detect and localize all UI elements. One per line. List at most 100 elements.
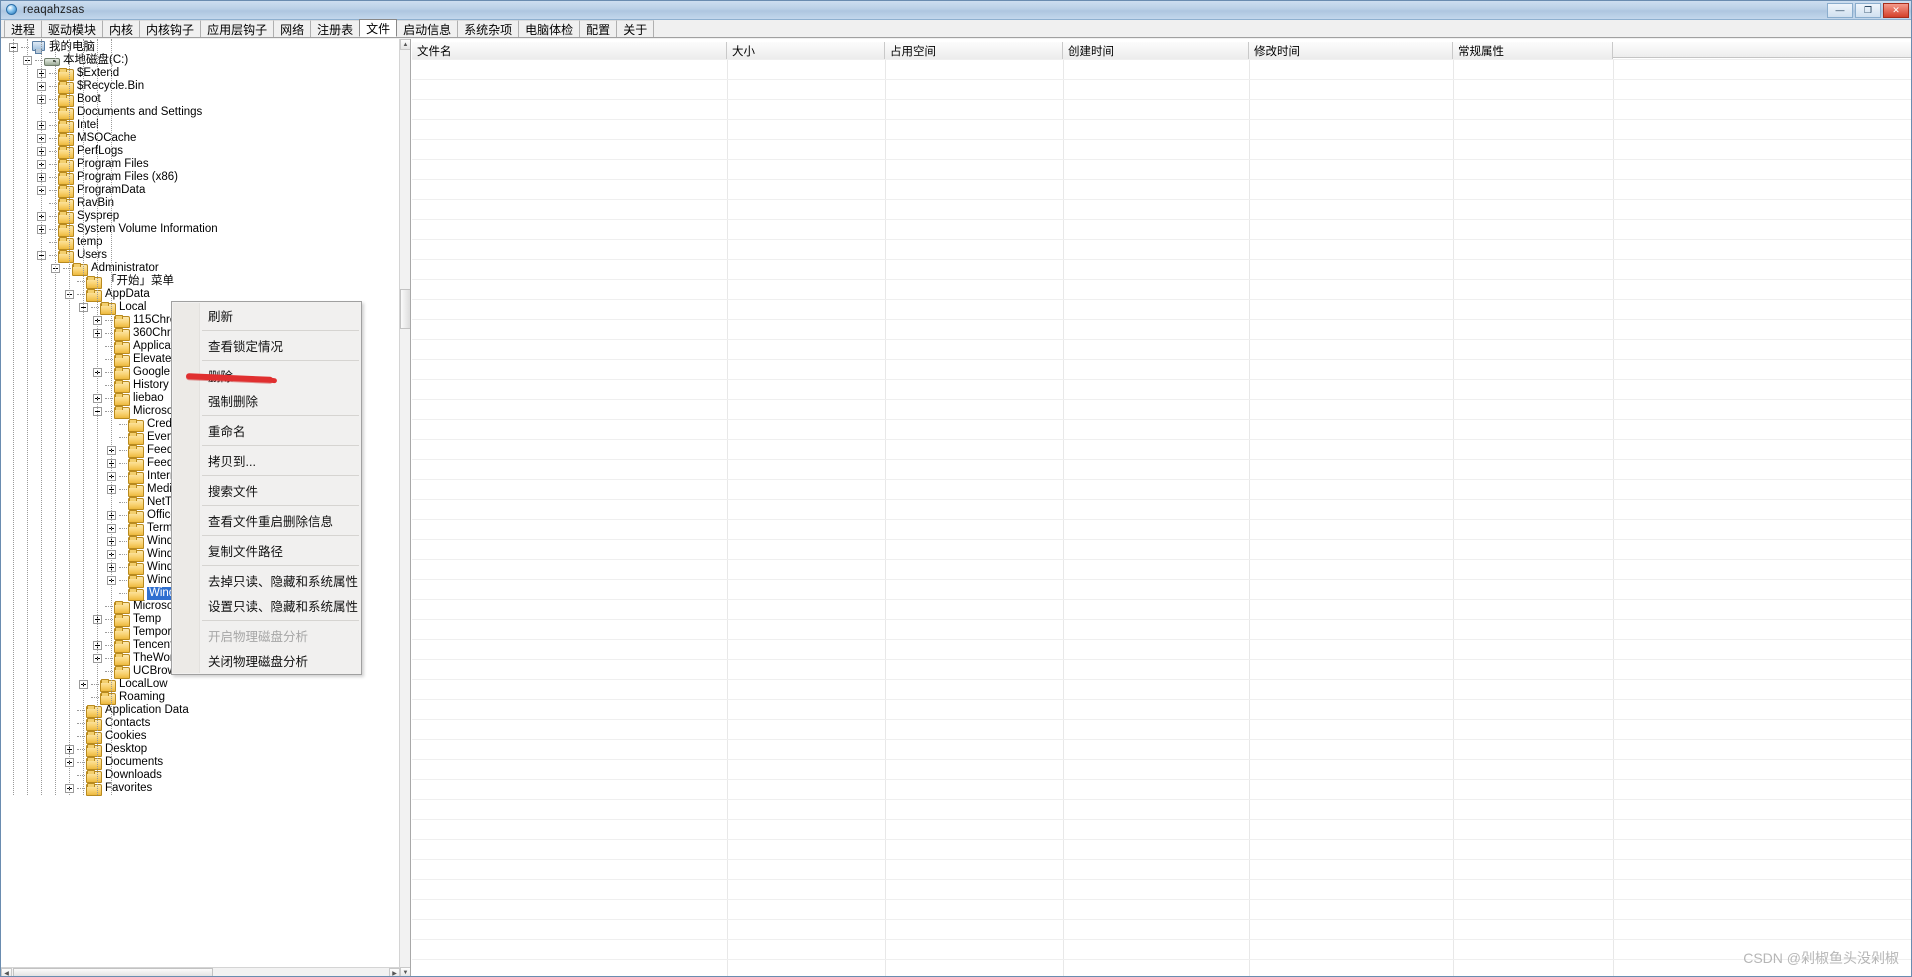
context-menu-item[interactable]: 拷贝到... xyxy=(172,448,361,473)
tree-item[interactable]: Boot xyxy=(1,93,410,107)
tree-item[interactable]: LocalLow xyxy=(1,678,410,692)
maximize-button[interactable]: ❐ xyxy=(1855,3,1881,18)
context-menu-item[interactable]: 复制文件路径 xyxy=(172,538,361,563)
context-menu-item[interactable]: 查看文件重启删除信息 xyxy=(172,508,361,533)
tree-horizontal-scrollbar[interactable]: ◀ ▶ xyxy=(1,967,400,976)
tree-item[interactable]: Program Files (x86) xyxy=(1,171,410,185)
tree-scroll-left-icon[interactable]: ◀ xyxy=(1,968,12,976)
tree-item[interactable]: Application Data xyxy=(1,704,410,718)
tab-3[interactable]: 内核钩子 xyxy=(139,20,202,37)
column-header-4[interactable]: 修改时间 xyxy=(1249,42,1453,59)
tree-scroll-up-icon[interactable]: ▲ xyxy=(400,39,410,50)
grid-row-divider xyxy=(412,839,1911,840)
tree-item[interactable]: Contacts xyxy=(1,717,410,731)
tree-item[interactable]: System Volume Information xyxy=(1,223,410,237)
column-header-2[interactable]: 占用空间 xyxy=(885,42,1063,59)
tree-item[interactable]: temp xyxy=(1,236,410,250)
tree-item[interactable]: Intel xyxy=(1,119,410,133)
context-menu-item[interactable]: 强制删除 xyxy=(172,388,361,413)
tree-item[interactable]: PerfLogs xyxy=(1,145,410,159)
tree-vertical-scrollbar[interactable]: ▲ ▼ xyxy=(399,39,410,976)
tab-1[interactable]: 驱动模块 xyxy=(41,20,104,37)
tree-item[interactable]: $Extend xyxy=(1,67,410,81)
tab-2[interactable]: 内核 xyxy=(102,20,141,37)
tree-item[interactable]: Downloads xyxy=(1,769,410,783)
folder-icon xyxy=(58,158,74,172)
tree-item[interactable]: Administrator xyxy=(1,262,410,276)
tree-item[interactable]: 本地磁盘(C:) xyxy=(1,54,410,67)
grid-row-divider xyxy=(412,319,1911,320)
grid-row-divider xyxy=(412,939,1911,940)
folder-icon xyxy=(58,249,74,263)
tab-10[interactable]: 电脑体检 xyxy=(518,20,581,37)
context-menu-item[interactable]: 设置只读、隐藏和系统属性 xyxy=(172,593,361,618)
file-list-header[interactable]: 文件名 大小 占用空间 创建时间 修改时间 常规属性 xyxy=(412,41,1911,59)
context-menu-item[interactable]: 查看锁定情况 xyxy=(172,333,361,358)
tree-item-label: Temp xyxy=(133,613,162,625)
file-list-grid[interactable] xyxy=(412,59,1911,976)
file-list-pane[interactable]: 文件名 大小 占用空间 创建时间 修改时间 常规属性 xyxy=(412,39,1911,976)
tree-connector-line xyxy=(119,528,127,529)
tree-scroll-thumb[interactable] xyxy=(400,289,410,329)
context-menu-item[interactable]: 搜索文件 xyxy=(172,478,361,503)
tree-item[interactable]: ProgramData xyxy=(1,184,410,198)
grid-row-divider xyxy=(412,619,1911,620)
tree-hscroll-thumb[interactable] xyxy=(13,968,213,976)
column-header-3[interactable]: 创建时间 xyxy=(1063,42,1249,59)
tab-0[interactable]: 进程 xyxy=(4,20,43,37)
context-menu-item[interactable]: 关闭物理磁盘分析 xyxy=(172,648,361,673)
close-button[interactable]: ✕ xyxy=(1883,3,1909,18)
tree-item[interactable]: $Recycle.Bin xyxy=(1,80,410,94)
tab-5[interactable]: 网络 xyxy=(273,20,312,37)
tab-9[interactable]: 系统杂项 xyxy=(457,20,520,37)
minimize-button[interactable]: — xyxy=(1827,3,1853,18)
tab-6[interactable]: 注册表 xyxy=(310,20,361,37)
file-context-menu[interactable]: 刷新查看锁定情况删除强制删除重命名拷贝到...搜索文件查看文件重启删除信息复制文… xyxy=(171,301,362,675)
context-menu-item[interactable]: 刷新 xyxy=(172,303,361,328)
tree-item[interactable]: Sysprep xyxy=(1,210,410,224)
tree-item[interactable]: Desktop xyxy=(1,743,410,757)
tree-item[interactable]: 我的电脑 xyxy=(1,41,410,54)
tree-item[interactable]: Documents and Settings xyxy=(1,106,410,120)
folder-icon xyxy=(128,418,144,432)
tab-8[interactable]: 启动信息 xyxy=(396,20,459,37)
tree-item[interactable]: Program Files xyxy=(1,158,410,172)
tree-scroll-down-icon[interactable]: ▼ xyxy=(400,967,410,976)
tab-12[interactable]: 关于 xyxy=(616,20,655,37)
tab-7[interactable]: 文件 xyxy=(359,19,398,37)
grid-row-divider xyxy=(412,519,1911,520)
grid-row-divider xyxy=(412,119,1911,120)
tree-item[interactable]: Cookies xyxy=(1,730,410,744)
tree-item[interactable]: 「开始」菜单 xyxy=(1,275,410,289)
grid-row-divider xyxy=(412,539,1911,540)
tree-item[interactable]: MSOCache xyxy=(1,132,410,146)
tree-item[interactable]: RavBin xyxy=(1,197,410,211)
tree-item[interactable]: Documents xyxy=(1,756,410,770)
context-menu-separator xyxy=(202,415,359,416)
app-globe-icon xyxy=(4,3,18,17)
tree-connector-line xyxy=(119,580,127,581)
tab-4[interactable]: 应用层钩子 xyxy=(200,20,275,37)
tree-scroll-right-icon[interactable]: ▶ xyxy=(389,968,400,976)
context-menu-item[interactable]: 重命名 xyxy=(172,418,361,443)
tree-item-label: temp xyxy=(77,236,103,248)
tree-item[interactable]: Favorites xyxy=(1,782,410,796)
column-header-1[interactable]: 大小 xyxy=(727,42,885,59)
tab-11[interactable]: 配置 xyxy=(579,20,618,37)
column-header-0[interactable]: 文件名 xyxy=(412,42,727,59)
grid-row-divider xyxy=(412,199,1911,200)
column-header-5[interactable]: 常规属性 xyxy=(1453,42,1613,59)
tree-item[interactable]: Roaming xyxy=(1,691,410,705)
context-menu-item[interactable]: 去掉只读、隐藏和系统属性 xyxy=(172,568,361,593)
tree-item[interactable]: AppData xyxy=(1,288,410,302)
folder-icon xyxy=(114,665,130,679)
tree-item[interactable]: Users xyxy=(1,249,410,263)
main-tab-bar: 进程 驱动模块 内核 内核钩子 应用层钩子 网络 注册表 文件 启动信息 系统杂项 电脑体检 配置 关于 xyxy=(1,19,1911,38)
